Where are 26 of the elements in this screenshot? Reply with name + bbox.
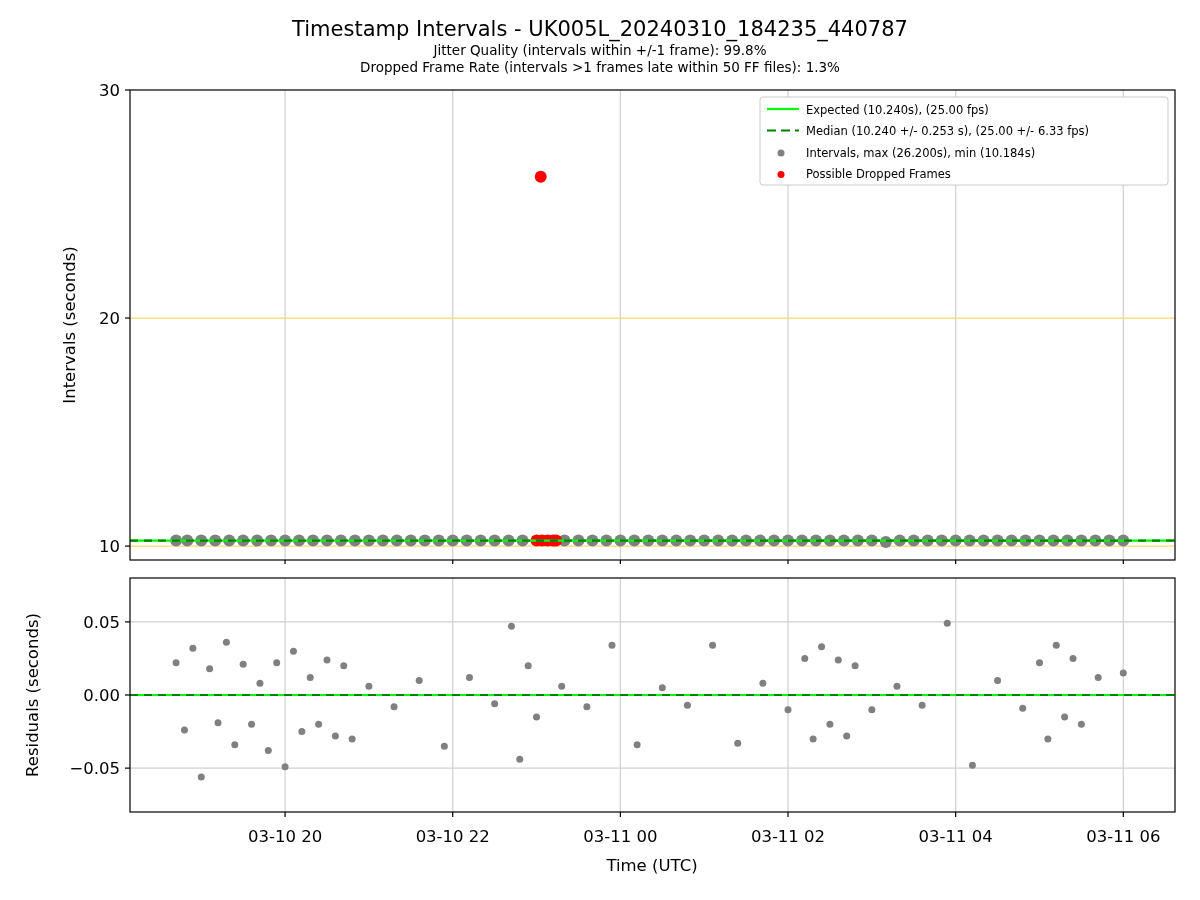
tick-label: −0.05 (69, 759, 120, 779)
legend-dot-icon (777, 149, 785, 157)
tick-label: 0.00 (83, 686, 120, 705)
figure-title: Timestamp Intervals - UK005L_20240310_184235_440787 (292, 16, 908, 42)
figure-subtitle: Jitter Quality (intervals within +/-1 frame): 99.8% (433, 42, 767, 59)
legend-dashed-line-icon (767, 129, 799, 132)
axis-title: Time (UTC) (606, 856, 698, 875)
legend-label: Expected (10.240s), (25.00 fps) (806, 102, 989, 117)
tick-label: 03-11 02 (750, 827, 826, 846)
tick-label: 30 (99, 84, 120, 100)
tick-label: 20 (99, 309, 120, 329)
tick-label: 03-10 20 (248, 827, 323, 846)
legend-label: Intervals, max (26.200s), min (10.184s) (806, 145, 1036, 160)
tick-label: 03-10 22 (415, 827, 490, 846)
tick-label: 03-11 06 (1086, 827, 1161, 846)
legend-line-icon (767, 107, 799, 111)
tick-label: 0.05 (83, 612, 120, 632)
legend-label: Possible Dropped Frames (806, 167, 951, 181)
legend-dot-icon (777, 171, 785, 178)
axis-title: Residuals (seconds) (23, 613, 42, 777)
figure-subtitle: Dropped Frame Rate (intervals >1 frames late within 50 FF files): 1.3% (360, 59, 840, 76)
tick-label: 10 (99, 537, 120, 557)
tick-label: 03-11 00 (583, 827, 658, 846)
tick-label: 03-11 04 (918, 827, 993, 846)
axis-title: Intervals (seconds) (60, 246, 79, 404)
legend-label: Median (10.240 +/- 0.253 s), (25.00 +/- 6.33 fps) (806, 124, 1089, 138)
